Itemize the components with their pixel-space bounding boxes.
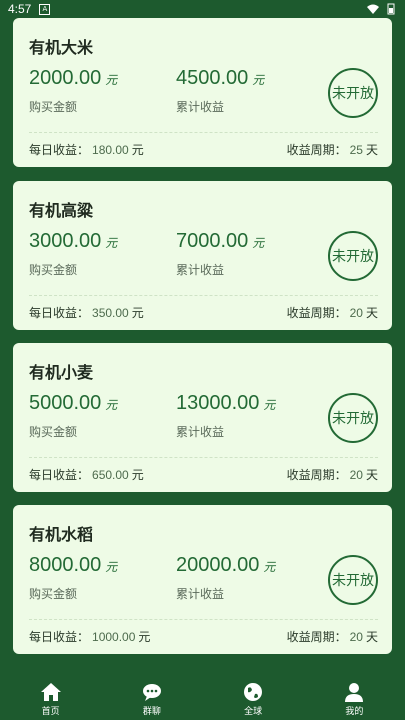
product-name: 有机水稻: [29, 525, 94, 544]
not-open-badge[interactable]: 未开放: [328, 393, 378, 443]
product-card[interactable]: 有机高粱 3000.00 元 7000.00 元 购买金额 累计收益 未开放 每日收…: [13, 181, 392, 330]
buy-amount: 8000.00 元: [29, 554, 118, 576]
card-footer: 每日收益： 180.00 元 收益周期： 25 天: [29, 141, 378, 157]
card-footer: 每日收益： 1000.00 元 收益周期： 20 天: [29, 628, 378, 644]
total-income-label: 累计收益: [176, 587, 225, 601]
product-card[interactable]: 有机小麦 5000.00 元 13000.00 元 购买金额 累计收益 未开放 每日…: [13, 343, 392, 492]
globe-icon: [244, 682, 263, 701]
total-income: 4500.00 元: [176, 67, 265, 89]
card-footer: 每日收益： 350.00 元 收益周期： 20 天: [29, 304, 378, 320]
product-name: 有机小麦: [29, 363, 94, 382]
battery-icon: [387, 3, 395, 15]
wifi-icon: [367, 4, 379, 14]
product-card[interactable]: 有机水稻 8000.00 元 20000.00 元 购买金额 累计收益 未开放 每日…: [13, 505, 392, 654]
tab-label: 我的: [345, 706, 364, 717]
daily-income: 每日收益： 1000.00 元: [29, 629, 151, 644]
income-period: 收益周期： 20 天: [286, 467, 378, 482]
tab-chat[interactable]: 群聊: [101, 678, 202, 720]
total-income-label: 累计收益: [176, 263, 225, 277]
buy-amount-label: 购买金额: [29, 425, 78, 439]
total-income: 7000.00 元: [176, 230, 265, 252]
tab-label: 首页: [41, 706, 60, 717]
chat-icon: [142, 683, 161, 701]
total-income: 20000.00 元: [176, 554, 276, 576]
not-open-badge[interactable]: 未开放: [328, 555, 378, 605]
income-period: 收益周期： 20 天: [286, 629, 378, 644]
total-income-label: 累计收益: [176, 425, 225, 439]
not-open-badge[interactable]: 未开放: [328, 68, 378, 118]
bottom-tab-bar: 首页 群聊 全球 我的: [0, 678, 405, 720]
tab-label: 全球: [244, 706, 263, 717]
tab-label: 群聊: [142, 706, 161, 717]
daily-income: 每日收益： 350.00 元: [29, 305, 144, 320]
product-name: 有机大米: [29, 38, 94, 57]
income-period: 收益周期： 20 天: [286, 305, 378, 320]
tab-global[interactable]: 全球: [203, 678, 304, 720]
total-income: 13000.00 元: [176, 392, 276, 414]
daily-income: 每日收益： 180.00 元: [29, 142, 144, 157]
daily-income: 每日收益： 650.00 元: [29, 467, 144, 482]
buy-amount-label: 购买金额: [29, 587, 78, 601]
divider: [29, 132, 378, 133]
home-icon: [40, 682, 61, 701]
card-footer: 每日收益： 650.00 元 收益周期： 20 天: [29, 466, 378, 482]
buy-amount: 3000.00 元: [29, 230, 118, 252]
divider: [29, 295, 378, 296]
buy-amount: 5000.00 元: [29, 392, 118, 414]
status-time: 4:57: [8, 2, 32, 16]
tab-mine[interactable]: 我的: [304, 678, 405, 720]
divider: [29, 457, 378, 458]
notification-a-icon: A: [39, 3, 51, 15]
buy-amount: 2000.00 元: [29, 67, 118, 89]
buy-amount-label: 购买金额: [29, 100, 78, 114]
status-bar: 4:57 A: [0, 0, 405, 18]
tab-home[interactable]: 首页: [0, 678, 101, 720]
divider: [29, 619, 378, 620]
buy-amount-label: 购买金额: [29, 263, 78, 277]
not-open-badge[interactable]: 未开放: [328, 231, 378, 281]
product-name: 有机高粱: [29, 201, 94, 220]
income-period: 收益周期： 25 天: [286, 142, 378, 157]
product-card[interactable]: 有机大米 2000.00 元 4500.00 元 购买金额 累计收益 未开放 每日收…: [13, 18, 392, 167]
user-icon: [345, 682, 364, 702]
total-income-label: 累计收益: [176, 100, 225, 114]
